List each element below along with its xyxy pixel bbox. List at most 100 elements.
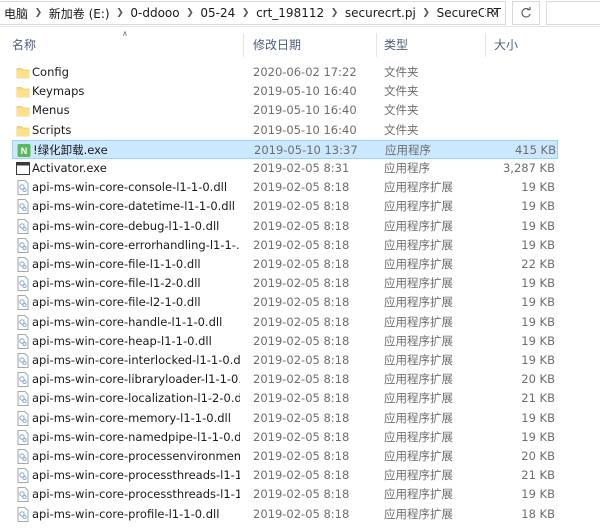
dll-file-icon xyxy=(16,372,30,388)
column-header-type-label: 类型 xyxy=(384,37,409,52)
file-row[interactable]: api-ms-win-core-errorhandling-l1-1-... 20… xyxy=(12,236,558,255)
file-name: Keymaps xyxy=(32,84,85,99)
chevron-right-icon[interactable]: ❯ xyxy=(328,2,341,24)
file-type: 文件夹 xyxy=(384,84,419,99)
chevron-right-icon[interactable]: ❯ xyxy=(184,2,197,24)
dll-file-icon xyxy=(16,180,30,196)
refresh-button[interactable] xyxy=(512,1,540,25)
file-size xyxy=(485,121,555,140)
file-date: 2019-02-05 8:18 xyxy=(253,506,350,521)
file-name: api-ms-win-core-processthreads-l1-1... xyxy=(32,487,240,502)
file-name: api-ms-win-core-debug-l1-1-0.dll xyxy=(32,218,220,233)
file-row[interactable]: api-ms-win-core-file-l2-1-0.dll 2019-02-0… xyxy=(12,293,558,312)
address-bar[interactable]: 电脑 ❯ 新加卷 (E:) ❯ 0-ddooo ❯ 05-24 ❯ crt_19… xyxy=(0,1,506,25)
file-date: 2019-05-10 13:37 xyxy=(254,142,358,157)
file-size: 20 KB xyxy=(521,449,555,463)
file-row[interactable]: api-ms-win-core-processenvironmen... 2019… xyxy=(12,447,558,466)
file-size xyxy=(485,101,555,120)
column-header-type[interactable]: 类型 xyxy=(372,27,480,61)
file-type: 应用程序扩展 xyxy=(384,429,453,444)
file-row[interactable]: api-ms-win-core-processthreads-l1-1... 20… xyxy=(12,466,558,485)
file-row[interactable]: Keymaps 2019-05-10 16:40 文件夹 xyxy=(12,82,558,101)
breadcrumb-folder-crt[interactable]: crt_198112 xyxy=(252,2,328,24)
breadcrumb-folder-05-24[interactable]: 05-24 xyxy=(196,2,239,24)
file-type: 文件夹 xyxy=(384,122,419,137)
chevron-right-icon[interactable]: ❯ xyxy=(114,2,127,24)
file-row[interactable]: api-ms-win-core-memory-l1-1-0.dll 2019-02… xyxy=(12,409,558,428)
file-date: 2019-02-05 8:18 xyxy=(253,449,350,463)
file-row[interactable]: Menus 2019-05-10 16:40 文件夹 xyxy=(12,101,558,120)
file-name: Menus xyxy=(32,103,70,118)
column-header-size-label: 大小 xyxy=(494,37,519,52)
chevron-right-icon[interactable]: ❯ xyxy=(239,2,252,24)
file-date: 2019-02-05 8:18 xyxy=(253,468,350,483)
file-row[interactable]: api-ms-win-core-handle-l1-1-0.dll 2019-02… xyxy=(12,313,558,332)
dll-file-icon xyxy=(16,487,30,503)
file-row[interactable]: api-ms-win-core-debug-l1-1-0.dll 2019-02-… xyxy=(12,217,558,236)
file-size: 19 KB xyxy=(521,410,555,425)
breadcrumb-folder-0-ddooo[interactable]: 0-ddooo xyxy=(126,2,183,24)
dll-file-icon xyxy=(16,410,30,426)
file-row[interactable]: api-ms-win-core-file-l1-2-0.dll 2019-02-0… xyxy=(12,274,558,293)
file-row[interactable]: api-ms-win-core-console-l1-1-0.dll 2019-0… xyxy=(12,178,558,197)
file-type: 应用程序扩展 xyxy=(384,199,453,214)
file-row[interactable]: api-ms-win-core-localization-l1-2-0.dll 2… xyxy=(12,389,558,408)
file-type: 应用程序 xyxy=(385,142,431,157)
breadcrumb-folder-securecrt-pj[interactable]: securecrt.pj xyxy=(341,2,420,24)
file-size: 22 KB xyxy=(521,257,555,271)
file-name: api-ms-win-core-handle-l1-1-0.dll xyxy=(32,314,223,329)
file-row[interactable]: api-ms-win-core-heap-l1-1-0.dll 2019-02-0… xyxy=(12,332,558,351)
dll-file-icon xyxy=(16,314,30,330)
dll-file-icon xyxy=(16,333,30,349)
scroll-gutter xyxy=(583,62,600,529)
file-type: 应用程序扩展 xyxy=(384,314,453,329)
file-size xyxy=(485,82,555,101)
file-size: 18 KB xyxy=(521,506,555,521)
breadcrumb-drive[interactable]: 新加卷 (E:) xyxy=(45,2,114,24)
file-row[interactable]: api-ms-win-core-profile-l1-1-0.dll 2019-0… xyxy=(12,505,558,524)
file-name: api-ms-win-core-errorhandling-l1-1-... xyxy=(32,237,240,252)
file-date: 2019-02-05 8:31 xyxy=(253,161,350,175)
file-type: 应用程序扩展 xyxy=(384,506,453,521)
address-history-dropdown-icon[interactable]: ∨ xyxy=(484,2,505,24)
file-row[interactable]: api-ms-win-core-namedpipe-l1-1-0.dll 2019… xyxy=(12,428,558,447)
file-date: 2019-02-05 8:18 xyxy=(253,276,350,291)
file-date: 2019-02-05 8:18 xyxy=(253,487,350,502)
file-date: 2019-05-10 16:40 xyxy=(253,103,357,118)
file-size: 19 KB xyxy=(521,218,555,233)
dll-file-icon xyxy=(16,257,30,272)
file-type: 应用程序 xyxy=(384,161,430,175)
file-row[interactable]: api-ms-win-core-datetime-l1-1-0.dll 2019-… xyxy=(12,197,558,216)
file-date: 2019-02-05 8:18 xyxy=(253,353,350,367)
file-row[interactable]: api-ms-win-core-file-l1-1-0.dll 2019-02-0… xyxy=(12,255,558,274)
file-row[interactable]: Activator.exe 2019-02-05 8:31 应用程序 3,287 KB xyxy=(12,159,558,178)
breadcrumb-this-pc[interactable]: 电脑 xyxy=(0,2,32,24)
file-name: Scripts xyxy=(32,122,72,137)
file-row[interactable]: Config 2020-06-02 17:22 文件夹 xyxy=(12,63,558,82)
file-row-selected[interactable]: N !绿化卸载.exe 2019-05-10 13:37 应用程序 415 KB xyxy=(12,139,558,159)
file-row[interactable]: api-ms-win-core-libraryloader-l1-1-0....… xyxy=(12,370,558,389)
file-row[interactable]: api-ms-win-core-interlocked-l1-1-0.dll 20… xyxy=(12,351,558,370)
file-date: 2019-02-05 8:18 xyxy=(253,429,350,444)
file-row[interactable]: api-ms-win-core-processthreads-l1-1... 20… xyxy=(12,485,558,504)
column-header-date[interactable]: 修改日期 xyxy=(241,27,374,61)
file-size: 19 KB xyxy=(521,295,555,310)
file-name: api-ms-win-core-processthreads-l1-1... xyxy=(32,468,240,483)
file-name: api-ms-win-core-datetime-l1-1-0.dll xyxy=(32,199,235,214)
folder-icon xyxy=(16,103,30,118)
search-input[interactable] xyxy=(546,1,600,25)
file-row[interactable]: Scripts 2019-05-10 16:40 文件夹 xyxy=(12,121,558,140)
chevron-right-icon[interactable]: ❯ xyxy=(32,2,45,24)
column-header-size[interactable]: 大小 xyxy=(482,27,582,61)
svg-text:N: N xyxy=(21,146,28,156)
file-size: 19 KB xyxy=(521,314,555,329)
file-date: 2019-05-10 16:40 xyxy=(253,122,357,137)
file-type: 应用程序扩展 xyxy=(384,372,453,387)
column-header-name[interactable]: 名称 xyxy=(0,27,243,61)
file-name: Activator.exe xyxy=(32,161,107,175)
file-type: 应用程序扩展 xyxy=(384,333,453,348)
chevron-right-icon[interactable]: ❯ xyxy=(420,2,433,24)
dll-file-icon xyxy=(16,237,30,253)
file-size: 19 KB xyxy=(521,276,555,291)
folder-icon xyxy=(16,84,30,99)
